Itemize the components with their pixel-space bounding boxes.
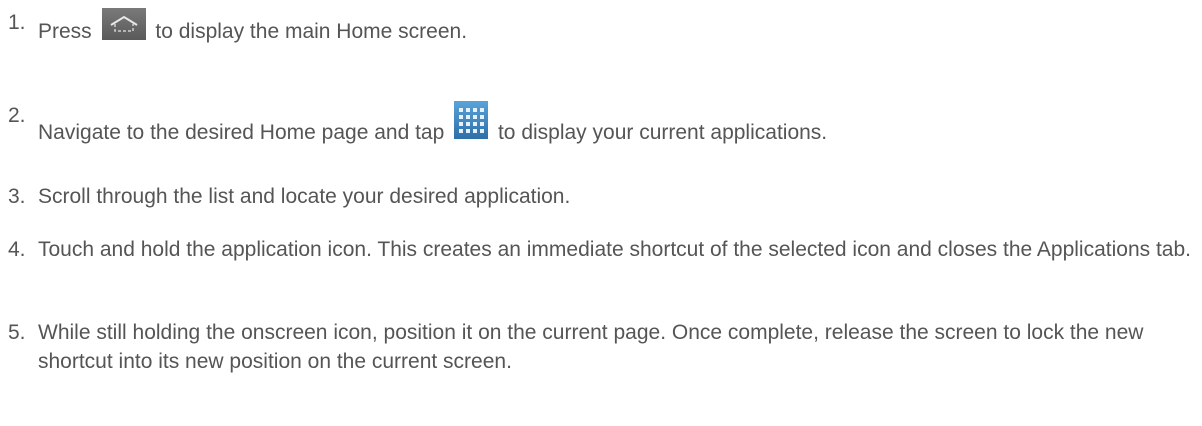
step-text-after: to display the main Home screen. — [155, 20, 468, 43]
step-text: Touch and hold the application icon. Thi… — [38, 238, 1191, 261]
step-4: 4. Touch and hold the application icon. … — [0, 235, 1195, 264]
step-number: 4. — [8, 238, 26, 261]
step-2: 2. Navigate to the desired Home page and… — [0, 101, 1195, 147]
step-3: 3. Scroll through the list and locate yo… — [0, 182, 1195, 211]
step-number: 3. — [8, 185, 26, 208]
step-text: Navigate to the desired Home page and ta… — [38, 101, 1195, 147]
step-number: 5. — [8, 321, 26, 344]
home-icon — [101, 8, 146, 40]
step-number: 2. — [8, 104, 26, 127]
step-text: Press to display the main Home screen. — [38, 8, 1195, 46]
step-text-before: Navigate to the desired Home page and ta… — [38, 121, 445, 144]
step-text: Scroll through the list and locate your … — [38, 185, 571, 208]
step-text-before: Press — [38, 20, 92, 43]
step-number: 1. — [8, 11, 26, 34]
step-text-after: to display your current applications. — [497, 121, 828, 144]
step-5: 5. While still holding the onscreen icon… — [0, 318, 1195, 376]
step-1: 1. Press to display the main Home screen… — [0, 8, 1195, 46]
apps-grid-icon — [454, 101, 489, 139]
step-text: While still holding the onscreen icon, p… — [38, 321, 1144, 373]
